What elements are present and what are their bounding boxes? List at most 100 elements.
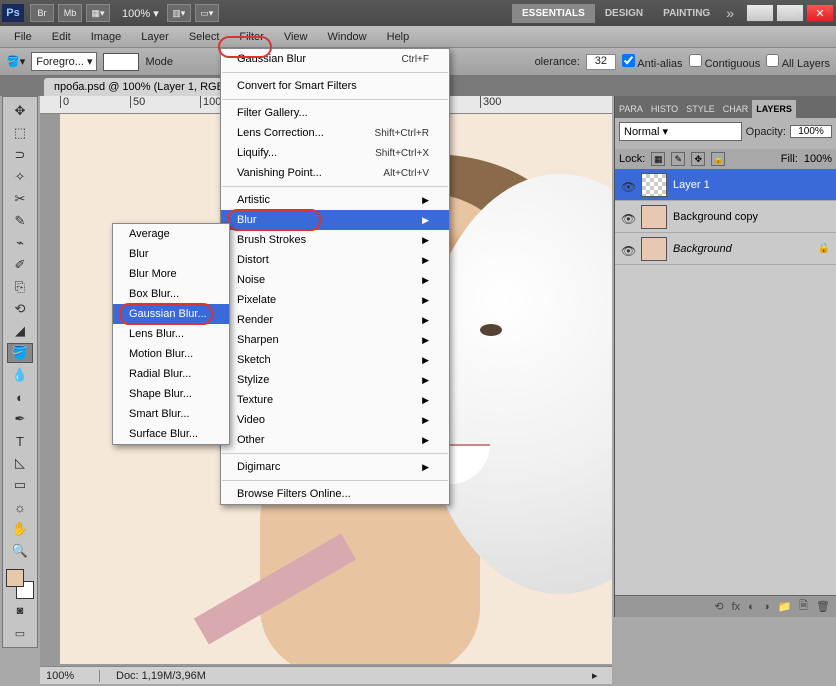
group-icon[interactable]: 📁 — [777, 600, 791, 613]
lock-all-icon[interactable]: 🔒 — [711, 152, 725, 166]
blur-shape[interactable]: Shape Blur... — [113, 384, 229, 404]
all-layers-checkbox[interactable]: All Layers — [766, 54, 830, 70]
blend-mode-select[interactable]: Normal ▾ — [619, 122, 742, 141]
tool-lasso[interactable]: ⊃ — [7, 145, 33, 165]
tab-paragraph[interactable]: PARA — [615, 100, 647, 118]
workspace-more[interactable]: » — [720, 5, 740, 21]
layer-name[interactable]: Background copy — [673, 211, 830, 223]
tool-hand[interactable]: ✋ — [7, 519, 33, 539]
filter-sharpen[interactable]: Sharpen▶ — [221, 330, 449, 350]
fill-swatch[interactable] — [103, 53, 139, 71]
new-layer-icon[interactable]: 🗎 — [799, 597, 808, 616]
fill-input[interactable]: 100% — [804, 153, 832, 165]
lock-position-icon[interactable]: ✥ — [691, 152, 705, 166]
tool-magic-wand[interactable]: ✧ — [7, 167, 33, 187]
tool-blur[interactable]: 💧 — [7, 365, 33, 385]
filter-video[interactable]: Video▶ — [221, 410, 449, 430]
blur-lens[interactable]: Lens Blur... — [113, 324, 229, 344]
status-doc-size[interactable]: Doc: 1,19M/3,96M — [100, 670, 206, 682]
tool-zoom[interactable]: 🔍 — [7, 541, 33, 561]
layer-name[interactable]: Background — [673, 243, 812, 255]
blur-gaussian[interactable]: Gaussian Blur... — [113, 304, 229, 324]
tool-crop[interactable]: ✂ — [7, 189, 33, 209]
blur-radial[interactable]: Radial Blur... — [113, 364, 229, 384]
fg-color[interactable] — [6, 569, 24, 587]
tool-3d[interactable]: ☼ — [7, 497, 33, 517]
filter-last[interactable]: Gaussian BlurCtrl+F — [221, 49, 449, 69]
blur-surface[interactable]: Surface Blur... — [113, 424, 229, 444]
tool-history-brush[interactable]: ⟲ — [7, 299, 33, 319]
filter-artistic[interactable]: Artistic▶ — [221, 190, 449, 210]
layer-thumb[interactable] — [641, 237, 667, 261]
filter-blur[interactable]: Blur▶ — [221, 210, 449, 230]
bridge-button[interactable]: Br — [30, 4, 54, 22]
filter-texture[interactable]: Texture▶ — [221, 390, 449, 410]
filter-vanishing-point[interactable]: Vanishing Point...Alt+Ctrl+V — [221, 163, 449, 183]
tool-path[interactable]: ◺ — [7, 453, 33, 473]
layer-name[interactable]: Layer 1 — [673, 179, 830, 191]
tool-pen[interactable]: ✒ — [7, 409, 33, 429]
tab-styles[interactable]: STYLE — [682, 100, 719, 118]
filter-sketch[interactable]: Sketch▶ — [221, 350, 449, 370]
menu-window[interactable]: Window — [318, 28, 377, 46]
layer-thumb[interactable] — [641, 173, 667, 197]
menu-image[interactable]: Image — [81, 28, 132, 46]
mask-icon[interactable]: ◐ — [748, 601, 755, 613]
adjustment-icon[interactable]: ◑ — [763, 601, 770, 613]
visibility-icon[interactable]: 👁 — [621, 212, 635, 222]
visibility-icon[interactable]: 👁 — [621, 244, 635, 254]
tool-stamp[interactable]: ⎘ — [7, 277, 33, 297]
link-layers-icon[interactable]: ⟲ — [714, 600, 723, 613]
tab-histogram[interactable]: HISTO — [647, 100, 682, 118]
tool-type[interactable]: T — [7, 431, 33, 451]
screen-mode-tool[interactable]: ▭ — [7, 623, 33, 643]
filter-render[interactable]: Render▶ — [221, 310, 449, 330]
tool-shape[interactable]: ▭ — [7, 475, 33, 495]
blur-blur[interactable]: Blur — [113, 244, 229, 264]
fx-icon[interactable]: fx — [732, 601, 741, 613]
contiguous-checkbox[interactable]: Contiguous — [689, 54, 761, 70]
fill-source-select[interactable]: Foregro... ▾ — [31, 52, 97, 71]
antialias-checkbox[interactable]: Anti-alias — [622, 54, 683, 70]
filter-lens-correction[interactable]: Lens Correction...Shift+Ctrl+R — [221, 123, 449, 143]
workspace-design[interactable]: DESIGN — [595, 4, 653, 23]
delete-icon[interactable]: 🗑 — [816, 600, 830, 613]
opacity-input[interactable]: 100% — [790, 125, 832, 138]
menu-help[interactable]: Help — [377, 28, 420, 46]
tab-character[interactable]: CHAR — [719, 100, 753, 118]
lock-pixels-icon[interactable]: ✎ — [671, 152, 685, 166]
tolerance-input[interactable]: 32 — [586, 54, 616, 70]
blur-box[interactable]: Box Blur... — [113, 284, 229, 304]
menu-layer[interactable]: Layer — [131, 28, 179, 46]
layer-row[interactable]: 👁 Layer 1 — [615, 169, 836, 201]
filter-convert-smart[interactable]: Convert for Smart Filters — [221, 76, 449, 96]
filter-stylize[interactable]: Stylize▶ — [221, 370, 449, 390]
status-zoom[interactable]: 100% — [40, 670, 100, 682]
quick-mask-button[interactable]: ◙ — [7, 601, 33, 621]
filter-pixelate[interactable]: Pixelate▶ — [221, 290, 449, 310]
tab-layers[interactable]: LAYERS — [752, 100, 796, 118]
tool-healing[interactable]: ⌁ — [7, 233, 33, 253]
menu-edit[interactable]: Edit — [42, 28, 81, 46]
blur-motion[interactable]: Motion Blur... — [113, 344, 229, 364]
visibility-icon[interactable]: 👁 — [621, 180, 635, 190]
filter-noise[interactable]: Noise▶ — [221, 270, 449, 290]
close-button[interactable]: ✕ — [806, 4, 834, 22]
menu-file[interactable]: File — [4, 28, 42, 46]
minimize-button[interactable]: ─ — [746, 4, 774, 22]
filter-liquify[interactable]: Liquify...Shift+Ctrl+X — [221, 143, 449, 163]
filter-brush-strokes[interactable]: Brush Strokes▶ — [221, 230, 449, 250]
screen-mode-button[interactable]: ▭▾ — [195, 4, 219, 22]
menu-select[interactable]: Select — [179, 28, 230, 46]
tool-dodge[interactable]: ◐ — [7, 387, 33, 407]
mini-bridge-button[interactable]: Mb — [58, 4, 82, 22]
arrange-button[interactable]: ▥▾ — [167, 4, 191, 22]
tool-marquee[interactable]: ⬚ — [7, 123, 33, 143]
filter-distort[interactable]: Distort▶ — [221, 250, 449, 270]
blur-smart[interactable]: Smart Blur... — [113, 404, 229, 424]
menu-view[interactable]: View — [274, 28, 318, 46]
maximize-button[interactable]: ▭ — [776, 4, 804, 22]
filter-gallery[interactable]: Filter Gallery... — [221, 103, 449, 123]
tool-bucket[interactable]: 🪣 — [7, 343, 33, 363]
view-extras-button[interactable]: ▦▾ — [86, 4, 110, 22]
